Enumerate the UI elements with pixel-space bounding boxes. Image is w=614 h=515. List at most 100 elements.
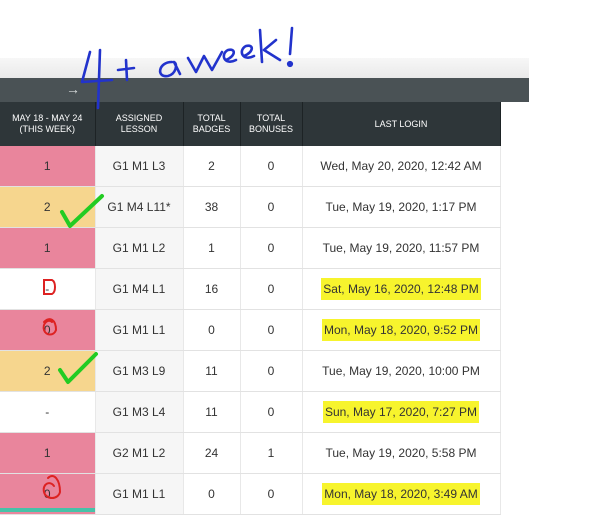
cell-total-bonuses: 0 [240, 227, 303, 269]
cell-this-week: 2 [0, 350, 96, 392]
cell-total-badges-text: 1 [208, 241, 215, 255]
cell-total-badges-text: 0 [208, 487, 215, 501]
cell-total-badges-text: 24 [204, 446, 219, 460]
table-row[interactable]: 1 G2 M1 L2 24 1 Tue, May 19, 2020, 5:58 PM [0, 432, 501, 474]
cell-last-login: Tue, May 19, 2020, 10:00 PM [302, 350, 501, 392]
cell-assigned-lesson: G1 M4 L1 [95, 268, 184, 310]
cell-this-week-text: 1 [43, 159, 51, 173]
cell-last-login-text: Tue, May 19, 2020, 5:58 PM [325, 446, 477, 460]
cell-assigned-lesson-text: G1 M1 L3 [112, 159, 166, 173]
header-total-badges[interactable]: TOTAL BADGES [183, 102, 241, 146]
cell-total-badges-text: 38 [204, 200, 219, 214]
cell-total-bonuses-text: 0 [267, 364, 275, 378]
cell-assigned-lesson: G1 M3 L9 [95, 350, 184, 392]
cell-total-badges: 1 [183, 227, 241, 269]
cell-this-week-text: 1 [43, 446, 51, 460]
cell-last-login-text: Sun, May 17, 2020, 7:27 PM [322, 401, 480, 423]
cell-last-login-text: Mon, May 18, 2020, 9:52 PM [321, 319, 481, 341]
cell-last-login: Tue, May 19, 2020, 1:17 PM [302, 186, 501, 228]
cell-last-login-text: Tue, May 19, 2020, 11:57 PM [322, 241, 480, 255]
cell-last-login: Mon, May 18, 2020, 3:49 AM [302, 473, 501, 515]
cell-total-badges: 11 [183, 391, 241, 433]
header-this-week[interactable]: MAY 18 - MAY 24 (THIS WEEK) [0, 102, 96, 146]
cell-assigned-lesson-text: G1 M4 L1 [112, 282, 166, 296]
cell-total-badges: 2 [183, 146, 241, 187]
cell-last-login-text: Mon, May 18, 2020, 3:49 AM [322, 483, 480, 505]
cell-this-week-text: 0 [43, 487, 51, 501]
cell-this-week: - [0, 391, 96, 433]
cell-total-badges-text: 16 [204, 282, 219, 296]
cell-this-week-text: 2 [43, 364, 51, 378]
header-last-login[interactable]: LAST LOGIN [302, 102, 501, 146]
cell-total-bonuses-text: 0 [267, 487, 275, 501]
table-row[interactable]: 2 G1 M3 L9 11 0 Tue, May 19, 2020, 10:00 PM [0, 350, 501, 392]
cell-assigned-lesson: G1 M1 L1 [95, 473, 184, 515]
cell-total-badges: 24 [183, 432, 241, 474]
cell-last-login: Sun, May 17, 2020, 7:27 PM [302, 391, 501, 433]
cell-total-bonuses-text: 0 [267, 405, 275, 419]
cell-last-login: Mon, May 18, 2020, 9:52 PM [302, 309, 501, 351]
cell-total-bonuses: 0 [240, 186, 303, 228]
student-table: MAY 18 - MAY 24 (THIS WEEK) ASSIGNED LES… [0, 102, 501, 515]
cell-last-login-text: Wed, May 20, 2020, 12:42 AM [320, 159, 482, 173]
cell-total-badges-text: 11 [205, 405, 218, 419]
cell-last-login: Tue, May 19, 2020, 5:58 PM [302, 432, 501, 474]
top-bar: → [0, 78, 529, 102]
cell-last-login: Sat, May 16, 2020, 12:48 PM [302, 268, 501, 310]
table-row[interactable]: - G1 M4 L1 16 0 Sat, May 16, 2020, 12:48 PM [0, 268, 501, 310]
cell-total-bonuses-text: 0 [267, 200, 275, 214]
cell-total-bonuses: 0 [240, 146, 303, 187]
header-total-bonuses[interactable]: TOTAL BONUSES [240, 102, 303, 146]
cell-total-bonuses: 0 [240, 309, 303, 351]
cell-assigned-lesson-text: G1 M1 L1 [112, 487, 166, 501]
cell-assigned-lesson-text: G1 M3 L9 [112, 364, 166, 378]
cell-assigned-lesson-text: G1 M3 L4 [112, 405, 166, 419]
cell-total-badges: 0 [183, 473, 241, 515]
table-row[interactable]: - G1 M3 L4 11 0 Sun, May 17, 2020, 7:27 PM [0, 391, 501, 433]
cell-total-badges-text: 11 [205, 364, 218, 378]
cell-total-bonuses: 0 [240, 473, 303, 515]
cell-last-login-text: Tue, May 19, 2020, 1:17 PM [325, 200, 477, 214]
cell-assigned-lesson-text: G1 M4 L11* [107, 200, 171, 214]
arrow-right-icon[interactable]: → [66, 81, 80, 97]
cell-this-week-text: 0 [43, 323, 51, 337]
cell-last-login-text: Tue, May 19, 2020, 10:00 PM [322, 364, 480, 378]
cell-total-badges: 11 [183, 350, 241, 392]
cell-assigned-lesson: G1 M1 L3 [95, 146, 184, 187]
table-row[interactable]: 2 G1 M4 L11* 38 0 Tue, May 19, 2020, 1:17 PM [0, 186, 501, 228]
cell-total-badges-text: 0 [208, 323, 215, 337]
cell-this-week: 1 [0, 432, 96, 474]
cell-assigned-lesson: G1 M1 L2 [95, 227, 184, 269]
cell-assigned-lesson-text: G1 M1 L1 [112, 323, 166, 337]
cell-this-week: - [0, 268, 96, 310]
toolbar-strip [0, 58, 529, 78]
table-row[interactable]: 1 G1 M1 L3 2 0 Wed, May 20, 2020, 12:42 AM [0, 146, 501, 187]
cell-total-bonuses: 0 [240, 350, 303, 392]
cell-total-bonuses-text: 0 [267, 323, 275, 337]
cell-this-week: 1 [0, 227, 96, 269]
cell-total-badges-text: 2 [208, 159, 215, 173]
header-assigned-lesson[interactable]: ASSIGNED LESSON [95, 102, 184, 146]
cell-this-week-text: - [45, 282, 50, 296]
cell-this-week: 0 [0, 309, 96, 351]
table-row[interactable]: 1 G1 M1 L2 1 0 Tue, May 19, 2020, 11:57 PM [0, 227, 501, 269]
cell-last-login: Wed, May 20, 2020, 12:42 AM [302, 146, 501, 187]
cell-total-bonuses-text: 0 [267, 159, 275, 173]
cell-assigned-lesson-text: G1 M1 L2 [112, 241, 166, 255]
cell-total-bonuses-text: 1 [267, 446, 275, 460]
cell-total-bonuses: 1 [240, 432, 303, 474]
table-row[interactable]: 0 G1 M1 L1 0 0 Mon, May 18, 2020, 9:52 PM [0, 309, 501, 351]
cell-total-bonuses: 0 [240, 391, 303, 433]
cell-this-week-text: 1 [43, 241, 51, 255]
cell-last-login: Tue, May 19, 2020, 11:57 PM [302, 227, 501, 269]
cell-total-bonuses-text: 0 [267, 282, 275, 296]
cell-assigned-lesson: G1 M4 L11* [95, 186, 184, 228]
cell-assigned-lesson: G1 M3 L4 [95, 391, 184, 433]
cell-this-week-text: 2 [43, 200, 51, 214]
cell-assigned-lesson: G2 M1 L2 [95, 432, 184, 474]
cell-total-badges: 16 [183, 268, 241, 310]
footer-accent [0, 508, 95, 512]
cell-assigned-lesson-text: G2 M1 L2 [112, 446, 166, 460]
cell-total-bonuses: 0 [240, 268, 303, 310]
cell-total-badges: 0 [183, 309, 241, 351]
